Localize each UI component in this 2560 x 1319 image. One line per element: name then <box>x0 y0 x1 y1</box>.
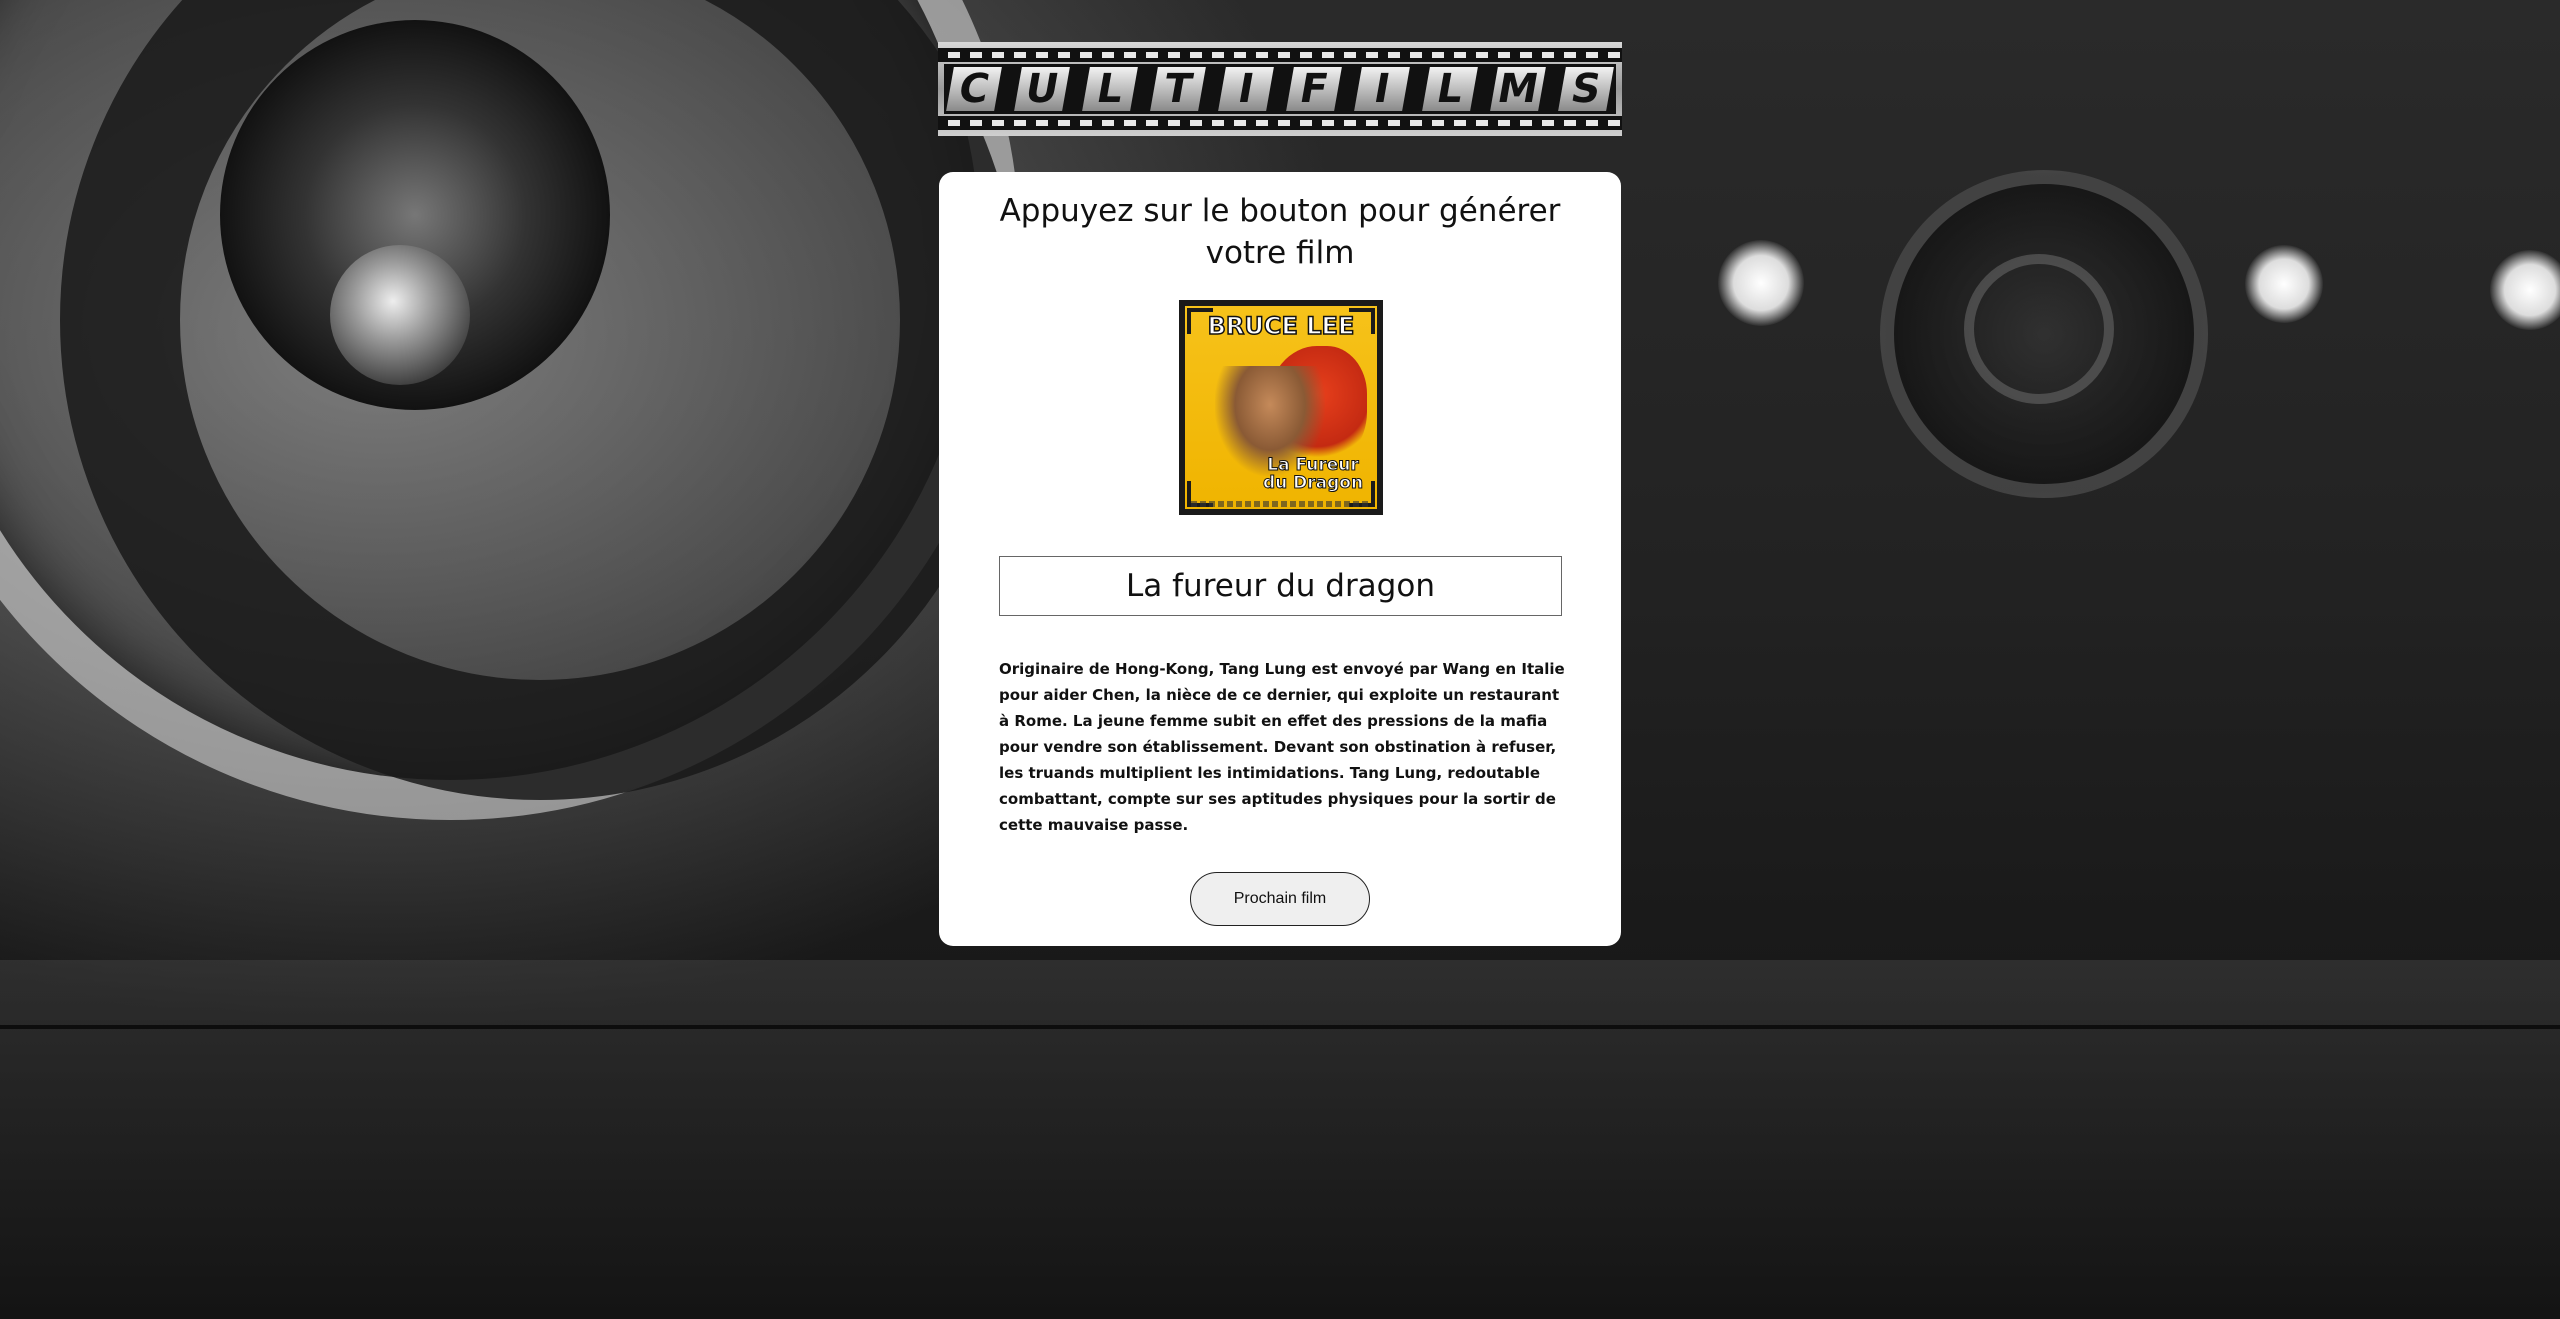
light-dot <box>1718 240 1804 326</box>
film-strip-top <box>938 48 1622 62</box>
instruction-heading: Appuyez sur le bouton pour générer votre… <box>999 193 1561 271</box>
logo-letter: C <box>946 66 1002 112</box>
movie-synopsis: Originaire de Hong-Kong, Tang Lung est e… <box>999 660 1565 834</box>
projector-lens <box>1880 170 2208 498</box>
film-strip-bottom <box>938 116 1622 130</box>
movie-card: Appuyez sur le bouton pour générer votre… <box>939 172 1621 946</box>
logo-letter: M <box>1490 66 1546 112</box>
movie-poster: BRUCE LEE La Fureur du Dragon <box>1179 300 1383 515</box>
projector-base <box>0 960 2560 1319</box>
light-dot <box>2245 245 2323 323</box>
logo-letter: L <box>1422 66 1478 112</box>
logo-letter: I <box>1218 66 1274 112</box>
logo-letter: L <box>1082 66 1138 112</box>
logo-letter: S <box>1558 66 1614 112</box>
next-film-button[interactable]: Prochain film <box>1190 872 1370 926</box>
movie-title: La fureur du dragon <box>999 556 1562 616</box>
light-dot <box>2490 250 2560 330</box>
logo-letter: I <box>1354 66 1410 112</box>
cultifilms-logo: C U L T I F I L M S <box>938 42 1622 136</box>
logo-letter: U <box>1014 66 1070 112</box>
logo-letter: T <box>1150 66 1206 112</box>
poster-credits <box>1191 501 1371 507</box>
projector-edge <box>0 1025 2560 1029</box>
logo-letters: C U L T I F I L M S <box>944 64 1616 114</box>
poster-corner <box>1187 308 1213 334</box>
logo-letter: F <box>1286 66 1342 112</box>
poster-corner <box>1349 308 1375 334</box>
film-reel-center <box>330 245 470 385</box>
